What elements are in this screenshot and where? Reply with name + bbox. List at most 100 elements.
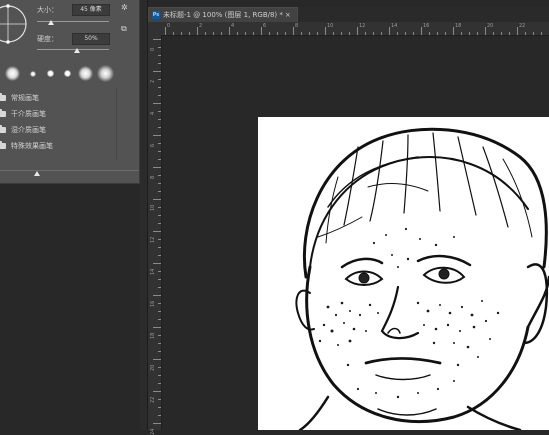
sketch-portrait-image bbox=[258, 117, 549, 430]
brush-group-item[interactable]: 常规画笔 bbox=[0, 90, 114, 106]
folder-icon bbox=[0, 141, 6, 149]
ruler-minor-tick bbox=[317, 32, 318, 35]
ruler-minor-tick bbox=[333, 32, 334, 35]
ruler-tick bbox=[389, 27, 390, 35]
size-input[interactable]: 45 像素 bbox=[72, 4, 110, 16]
ruler-minor-tick bbox=[158, 271, 161, 272]
ruler-minor-tick bbox=[269, 32, 270, 35]
ruler-label: 0 bbox=[150, 47, 156, 51]
ruler-minor-tick bbox=[429, 32, 430, 35]
brush-preset-soft-large[interactable] bbox=[78, 66, 93, 81]
ruler-tick bbox=[293, 27, 294, 35]
ruler-minor-tick bbox=[469, 32, 470, 35]
hardness-input[interactable]: 50% bbox=[72, 33, 110, 45]
brush-group-label: 干介质画笔 bbox=[11, 110, 46, 118]
ruler-minor-tick bbox=[501, 32, 502, 35]
ruler-label: 2 bbox=[199, 23, 203, 29]
ruler-minor-tick bbox=[253, 32, 254, 35]
ruler-minor-tick bbox=[158, 159, 161, 160]
ruler-minor-tick bbox=[158, 47, 161, 48]
ruler-minor-tick bbox=[309, 32, 310, 35]
ruler-label: 10 bbox=[327, 23, 334, 29]
ruler-minor-tick bbox=[245, 32, 246, 35]
ruler-minor-tick bbox=[158, 367, 161, 368]
ruler-tick bbox=[153, 263, 161, 264]
hardness-slider-track[interactable] bbox=[37, 49, 109, 50]
brush-group-list: 常规画笔 干介质画笔 湿介质画笔 特殊效果画笔 bbox=[0, 88, 114, 160]
brush-preset-soft-large[interactable] bbox=[5, 66, 20, 81]
brush-group-item[interactable]: 干介质画笔 bbox=[0, 106, 114, 122]
ruler-minor-tick bbox=[365, 32, 366, 35]
ruler-minor-tick bbox=[221, 32, 222, 35]
ruler-label: 6 bbox=[150, 143, 156, 147]
ruler-minor-tick bbox=[413, 32, 414, 35]
panel-separator[interactable] bbox=[140, 0, 148, 430]
brush-preset-soft-large[interactable] bbox=[97, 65, 114, 82]
ruler-tick bbox=[485, 27, 486, 35]
hardness-slider-thumb[interactable] bbox=[74, 48, 80, 53]
ruler-minor-tick bbox=[341, 32, 342, 35]
ruler-label: 16 bbox=[423, 23, 430, 29]
ruler-minor-tick bbox=[541, 32, 542, 35]
ruler-tick bbox=[357, 27, 358, 35]
ruler-label: 22 bbox=[150, 396, 156, 403]
size-slider-thumb[interactable] bbox=[48, 20, 54, 25]
ruler-tick bbox=[153, 103, 161, 104]
ruler-minor-tick bbox=[533, 32, 534, 35]
brush-group-item[interactable]: 湿介质画笔 bbox=[0, 122, 114, 138]
brush-preset-small[interactable] bbox=[64, 70, 71, 77]
ruler-label: 22 bbox=[519, 23, 526, 29]
ruler-label: 6 bbox=[263, 23, 267, 29]
horizontal-ruler[interactable]: 0 2 4 6 8 10 12 14 16 18 20 22 bbox=[161, 22, 549, 36]
ruler-label: 14 bbox=[391, 23, 398, 29]
ruler-minor-tick bbox=[158, 143, 161, 144]
ruler-minor-tick bbox=[158, 79, 161, 80]
ruler-minor-tick bbox=[381, 32, 382, 35]
ruler-minor-tick bbox=[158, 215, 161, 216]
ruler-minor-tick bbox=[301, 32, 302, 35]
document-canvas[interactable] bbox=[258, 117, 549, 430]
brush-group-item[interactable]: 特殊效果画笔 bbox=[0, 138, 114, 154]
ruler-tick bbox=[153, 231, 161, 232]
ruler-origin[interactable] bbox=[148, 22, 162, 36]
ruler-tick bbox=[229, 27, 230, 35]
ruler-tick bbox=[153, 135, 161, 136]
brush-list-scrollbar[interactable] bbox=[116, 88, 127, 160]
ruler-minor-tick bbox=[158, 55, 161, 56]
ruler-minor-tick bbox=[158, 183, 161, 184]
ruler-minor-tick bbox=[525, 32, 526, 35]
ruler-minor-tick bbox=[181, 32, 182, 35]
ruler-minor-tick bbox=[158, 175, 161, 176]
gear-icon[interactable]: ✲ bbox=[121, 3, 128, 12]
ruler-tick bbox=[325, 27, 326, 35]
ruler-minor-tick bbox=[445, 32, 446, 35]
ruler-label: 8 bbox=[295, 23, 299, 29]
vertical-ruler[interactable]: 0 2 4 6 8 10 12 14 16 18 20 22 24 bbox=[148, 35, 162, 435]
ruler-label: 2 bbox=[150, 79, 156, 83]
ruler-label: 8 bbox=[150, 175, 156, 179]
ruler-minor-tick bbox=[173, 32, 174, 35]
ruler-minor-tick bbox=[158, 383, 161, 384]
document-tab-title: 未标题-1 @ 100% (图层 1, RGB/8) * bbox=[163, 11, 283, 19]
panel-divider bbox=[0, 170, 139, 171]
ruler-minor-tick bbox=[437, 32, 438, 35]
ruler-minor-tick bbox=[397, 32, 398, 35]
ruler-label: 20 bbox=[150, 364, 156, 371]
ruler-tick bbox=[153, 71, 161, 72]
ruler-tick bbox=[517, 27, 518, 35]
brush-preset-small[interactable] bbox=[47, 70, 54, 77]
ruler-tick bbox=[153, 359, 161, 360]
preview-size-slider-thumb[interactable] bbox=[34, 171, 40, 176]
brush-group-label: 湿介质画笔 bbox=[11, 126, 46, 134]
document-tab[interactable]: Ps 未标题-1 @ 100% (图层 1, RGB/8) * × bbox=[148, 7, 298, 23]
ruler-tick bbox=[153, 391, 161, 392]
close-icon[interactable]: × bbox=[285, 8, 291, 23]
ruler-minor-tick bbox=[158, 343, 161, 344]
brush-preset-small[interactable] bbox=[30, 71, 36, 77]
ruler-minor-tick bbox=[158, 63, 161, 64]
ruler-tick bbox=[453, 27, 454, 35]
ruler-minor-tick bbox=[158, 223, 161, 224]
ruler-tick bbox=[153, 39, 161, 40]
brush-angle-roundness-widget[interactable] bbox=[0, 4, 28, 44]
new-preset-icon[interactable]: ⧉ bbox=[121, 24, 127, 34]
